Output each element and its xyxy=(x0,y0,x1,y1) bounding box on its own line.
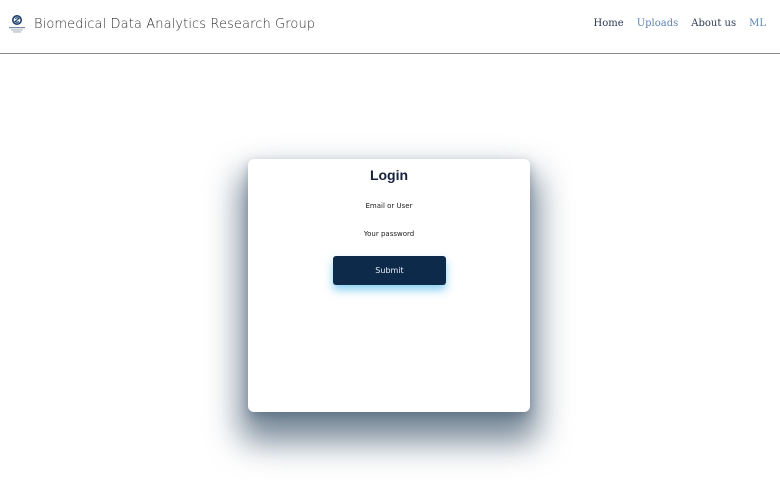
nav-about-us[interactable]: About us xyxy=(691,18,736,29)
group-logo-icon xyxy=(7,14,27,36)
nav-uploads[interactable]: Uploads xyxy=(637,18,679,29)
submit-button[interactable]: Submit xyxy=(333,256,446,285)
password-input[interactable] xyxy=(279,225,499,243)
login-title: Login xyxy=(369,167,409,183)
brand[interactable]: Biomedical Data Analytics Research Group xyxy=(7,14,315,36)
nav-ml[interactable]: ML xyxy=(749,18,766,29)
top-navbar: Biomedical Data Analytics Research Group… xyxy=(0,0,780,54)
brand-title: Biomedical Data Analytics Research Group xyxy=(34,17,316,32)
main-nav: Home Uploads About us ML xyxy=(594,18,766,29)
nav-home[interactable]: Home xyxy=(594,18,624,29)
login-card: Login Submit xyxy=(248,159,530,412)
email-input[interactable] xyxy=(279,197,499,215)
